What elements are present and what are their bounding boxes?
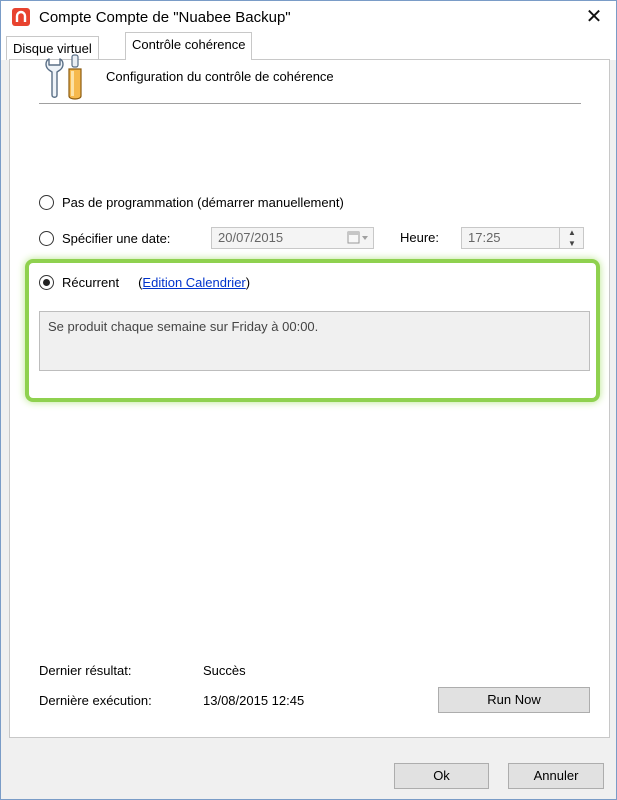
tab-strip: Disque virtuel Contrôle cohérence xyxy=(1,32,616,60)
calendar-link-close-paren: ) xyxy=(245,274,251,290)
radio-specify-date-label: Spécifier une date: xyxy=(62,230,171,246)
nuabee-app-icon xyxy=(12,8,30,26)
time-input-value: 17:25 xyxy=(468,230,501,245)
time-label: Heure: xyxy=(400,230,440,245)
section-divider xyxy=(39,103,581,104)
schedule-summary: Se produit chaque semaine sur Friday à 0… xyxy=(39,311,590,371)
last-run-label: Dernière exécution: xyxy=(39,693,152,708)
dialog-window: Compte Compte de "Nuabee Backup" ✕ Disqu… xyxy=(0,0,617,800)
last-result-label: Dernier résultat: xyxy=(39,663,132,678)
radio-specify-date[interactable] xyxy=(39,230,54,246)
time-spinner[interactable]: ▲ ▼ xyxy=(559,227,584,249)
title-bar: Compte Compte de "Nuabee Backup" ✕ xyxy=(1,1,616,34)
section-title: Configuration du contrôle de cohérence xyxy=(106,69,334,84)
wrench-screwdriver-icon xyxy=(39,51,89,103)
last-result-value: Succès xyxy=(203,663,246,678)
close-button[interactable]: ✕ xyxy=(572,1,616,34)
spin-up-icon[interactable]: ▲ xyxy=(560,227,584,238)
option-manual-row[interactable]: Pas de programmation (démarrer manuellem… xyxy=(39,192,344,212)
last-run-value: 13/08/2015 12:45 xyxy=(203,693,305,708)
date-input-value: 20/07/2015 xyxy=(218,230,284,245)
calendar-dropdown-icon[interactable] xyxy=(344,228,370,248)
spin-down-icon[interactable]: ▼ xyxy=(560,238,584,249)
ok-button[interactable]: Ok xyxy=(394,763,489,789)
radio-manual[interactable] xyxy=(39,194,54,210)
edition-calendrier-link[interactable]: Edition Calendrier xyxy=(142,275,245,290)
option-recurrent-row[interactable]: Récurrent ( Edition Calendrier ) xyxy=(39,272,250,292)
radio-recurrent[interactable] xyxy=(39,274,54,290)
window-title: Compte Compte de "Nuabee Backup" xyxy=(39,9,291,26)
radio-manual-label: Pas de programmation (démarrer manuellem… xyxy=(62,194,344,210)
run-now-button[interactable]: Run Now xyxy=(438,687,590,713)
radio-recurrent-label: Récurrent xyxy=(62,274,120,290)
tab-controle-coherence[interactable]: Contrôle cohérence xyxy=(125,32,253,60)
option-date-row[interactable]: Spécifier une date: xyxy=(39,228,170,248)
cancel-button[interactable]: Annuler xyxy=(508,763,604,789)
